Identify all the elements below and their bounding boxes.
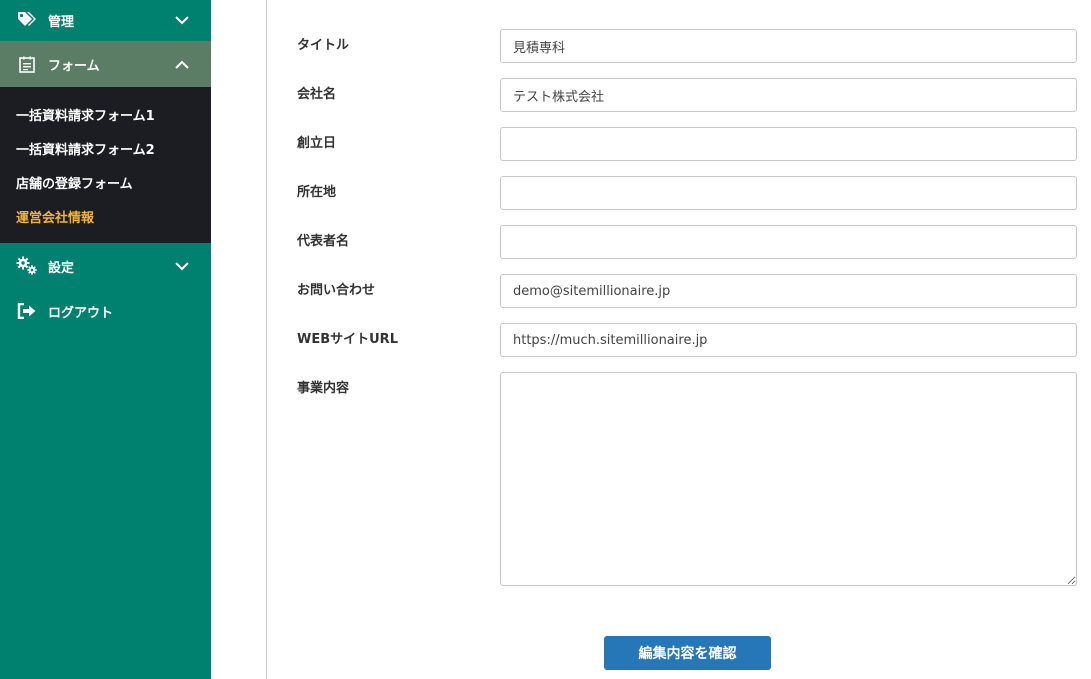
address-label: 所在地 — [297, 185, 337, 200]
sign-out-icon — [16, 300, 38, 322]
business-description-label: 事業内容 — [297, 381, 350, 396]
title-label: タイトル — [297, 38, 350, 53]
representative-label: 代表者名 — [297, 234, 350, 249]
contact-input[interactable] — [500, 274, 1077, 308]
tags-icon — [16, 9, 38, 31]
company-name-label: 会社名 — [297, 87, 337, 102]
sidebar-item-label: ログアウト — [48, 305, 114, 321]
sidebar-item-settings[interactable]: 設定 — [0, 244, 211, 288]
website-url-label: WEBサイトURL — [297, 332, 398, 347]
sidebar-item-kanri[interactable]: 管理 — [0, 0, 211, 40]
chevron-up-icon — [175, 57, 189, 71]
submenu-item-form2[interactable]: 一括資料請求フォーム2 — [16, 139, 155, 158]
sidebar: 管理 フォーム 一括資料請求フォーム1 一括資料請求フォーム2 店舗の登録フォー… — [0, 0, 211, 679]
address-input[interactable] — [500, 176, 1077, 210]
sidebar-item-form[interactable]: フォーム — [0, 41, 211, 87]
representative-input[interactable] — [500, 225, 1077, 259]
sidebar-item-logout[interactable]: ログアウト — [0, 289, 211, 333]
submenu-item-store-registration[interactable]: 店舗の登録フォーム — [16, 173, 133, 192]
form-submenu: 一括資料請求フォーム1 一括資料請求フォーム2 店舗の登録フォーム 運営会社情報 — [0, 87, 211, 243]
company-name-input[interactable] — [500, 78, 1077, 112]
submenu-item-company-info[interactable]: 運営会社情報 — [16, 207, 94, 226]
sidebar-item-label: 設定 — [48, 260, 75, 276]
chevron-down-icon — [175, 13, 189, 27]
business-description-textarea[interactable] — [500, 372, 1077, 586]
confirm-edit-button[interactable]: 編集内容を確認 — [604, 636, 771, 670]
form-icon — [16, 53, 38, 75]
submenu-item-form1[interactable]: 一括資料請求フォーム1 — [16, 105, 155, 124]
chevron-down-icon — [175, 259, 189, 273]
gears-icon — [16, 255, 38, 277]
sidebar-item-label: フォーム — [48, 58, 100, 74]
contact-label: お問い合わせ — [297, 283, 376, 298]
content-divider — [266, 0, 267, 679]
website-url-input[interactable] — [500, 323, 1077, 357]
founded-date-input[interactable] — [500, 127, 1077, 161]
sidebar-item-label: 管理 — [48, 14, 75, 30]
title-input[interactable] — [500, 29, 1077, 63]
founded-date-label: 創立日 — [297, 136, 337, 151]
